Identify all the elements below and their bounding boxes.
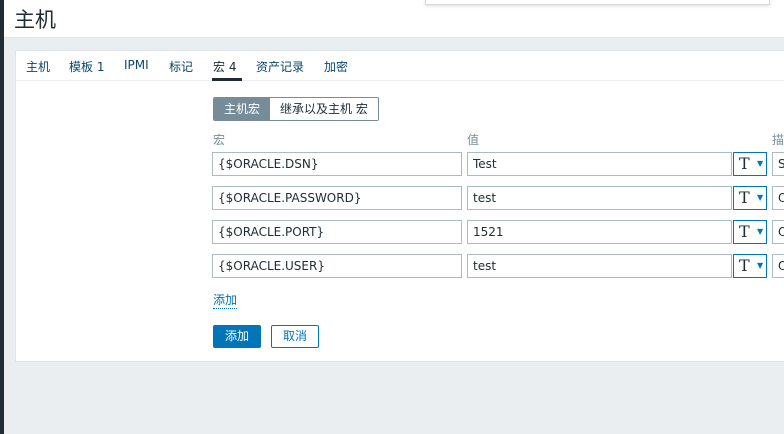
tab-macros[interactable]: 宏 4: [213, 58, 236, 75]
macro-description-field[interactable]: O: [772, 186, 784, 210]
macro-description-field[interactable]: O: [772, 254, 784, 278]
macro-value-field[interactable]: Test: [467, 152, 732, 176]
dropdown-popup-edge: [425, 0, 770, 5]
macro-name-field[interactable]: {$ORACLE.USER}: [212, 254, 462, 278]
chevron-down-icon: ▼: [757, 227, 764, 236]
macro-description-field[interactable]: S: [772, 152, 784, 176]
text-type-icon: T: [739, 154, 750, 173]
value-type-button[interactable]: T ▼: [733, 152, 767, 176]
host-form: 主机 模板 1 IPMI 标记 宏 4 资产记录 加密 主机宏 继承以及主机 宏…: [15, 50, 784, 362]
chevron-down-icon: ▼: [757, 159, 764, 168]
value-type-button[interactable]: T ▼: [733, 186, 767, 210]
value-type-button[interactable]: T ▼: [733, 220, 767, 244]
tab-templates[interactable]: 模板 1: [69, 58, 104, 75]
macro-value-field[interactable]: test: [467, 254, 732, 278]
text-type-icon: T: [739, 222, 750, 241]
macro-name-field[interactable]: {$ORACLE.PASSWORD}: [212, 186, 462, 210]
tab-tags[interactable]: 标记: [169, 58, 193, 75]
tab-encryption[interactable]: 加密: [324, 58, 348, 75]
macro-value-field[interactable]: test: [467, 186, 732, 210]
macro-value-field[interactable]: 1521: [467, 220, 732, 244]
add-macro-link[interactable]: 添加: [213, 291, 238, 309]
text-type-icon: T: [739, 188, 750, 207]
chevron-down-icon: ▼: [757, 193, 764, 202]
chevron-down-icon: ▼: [757, 261, 764, 270]
tab-bar: 主机 模板 1 IPMI 标记 宏 4 资产记录 加密: [16, 51, 784, 81]
page-title: 主机: [14, 8, 56, 32]
macro-name-field[interactable]: {$ORACLE.DSN}: [212, 152, 462, 176]
macro-name-field[interactable]: {$ORACLE.PORT}: [212, 220, 462, 244]
tab-host[interactable]: 主机: [26, 58, 50, 75]
text-type-icon: T: [739, 256, 750, 275]
macro-description-field[interactable]: O: [772, 220, 784, 244]
column-header-value: 值: [467, 133, 480, 147]
cancel-button[interactable]: 取消: [271, 325, 319, 348]
page-header: 主机: [4, 0, 784, 38]
column-header-macro: 宏: [213, 133, 226, 147]
left-sidebar-edge: [0, 0, 4, 434]
tab-ipmi[interactable]: IPMI: [124, 58, 149, 72]
macro-scope-toggle: 主机宏 继承以及主机 宏: [213, 97, 379, 121]
host-macros-button[interactable]: 主机宏: [214, 98, 271, 120]
inherited-macros-button[interactable]: 继承以及主机 宏: [270, 98, 378, 120]
submit-button[interactable]: 添加: [213, 325, 261, 348]
value-type-button[interactable]: T ▼: [733, 254, 767, 278]
tab-inventory[interactable]: 资产记录: [256, 58, 304, 75]
column-header-description: 描: [772, 133, 784, 147]
active-tab-indicator: [212, 78, 242, 81]
